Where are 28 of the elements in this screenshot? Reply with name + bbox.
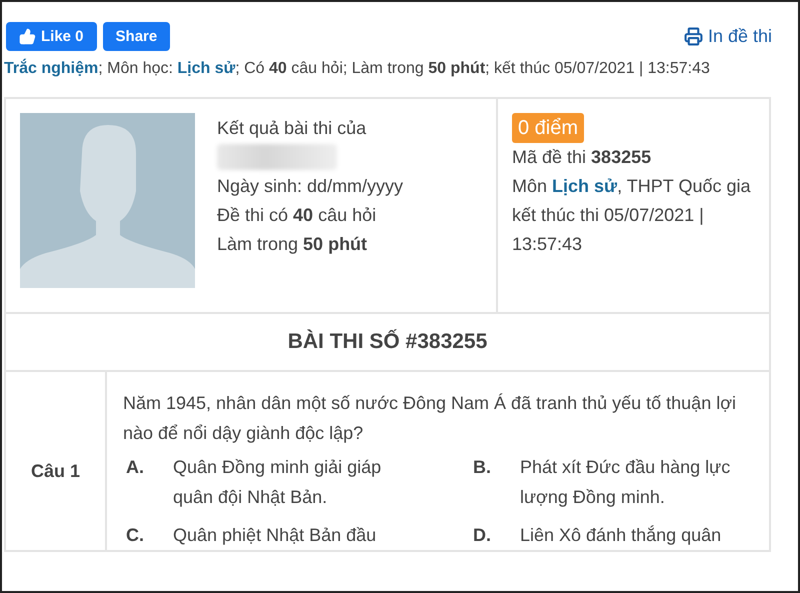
option-letter: D. [472, 524, 492, 547]
like-button[interactable]: Like 0 [6, 22, 97, 51]
option-letter: C. [125, 524, 145, 547]
result-heading: Kết quả bài thi của [217, 117, 368, 140]
score-badge: 0 điểm [512, 113, 584, 143]
subject-link[interactable]: Lịch sử [177, 60, 236, 77]
student-detail: Đề thi có 40 câu hỏi [217, 204, 378, 227]
option-letter: B. [472, 456, 492, 479]
subject-link[interactable]: Trắc nghiệm [4, 60, 98, 77]
student-detail: Làm trong 50 phút [217, 233, 368, 256]
option-text: Quân Đồng minh giải giáp quân đội Nhật Bản. [173, 456, 382, 509]
question-text: Năm 1945, nhân dân một số nước Đông Nam Á đã tranh thủ yếu tố thuận lợi nào để nổi dậy giành độc lập? [123, 392, 738, 445]
exam-detail: kết thúc thi 05/07/2021 | 13:57:43 [512, 204, 705, 256]
exam-title: BÀI THI SỐ #383255 [6, 314, 769, 372]
option-letter: A. [125, 456, 145, 479]
printer-icon [684, 27, 703, 46]
exam-detail: Mã đề thi 383255 [512, 146, 652, 169]
subject-link[interactable]: Lịch sử [552, 176, 618, 196]
student-detail: Ngày sinh: dd/mm/yyyy [217, 175, 404, 198]
option-text: Phát xít Đức đầu hàng lực lượng Đồng minh. [520, 456, 732, 509]
option-text: Liên Xô đánh thắng quân [520, 524, 722, 547]
exam-detail: Môn Lịch sử, THPT Quốc gia [512, 175, 752, 198]
print-link[interactable]: In đề thi [684, 26, 772, 47]
thumbs-up-icon [19, 28, 36, 45]
exam-summary: Trắc nghiệm; Môn học: Lịch sử; Có 40 câu hỏi; Làm trong 50 phút; kết thúc 05/07/2021 | 13:57:43 [4, 58, 711, 79]
share-button[interactable]: Share [102, 22, 170, 51]
option-text: Quân phiệt Nhật Bản đầu [173, 524, 378, 547]
question-number: Câu 1 [30, 460, 80, 482]
